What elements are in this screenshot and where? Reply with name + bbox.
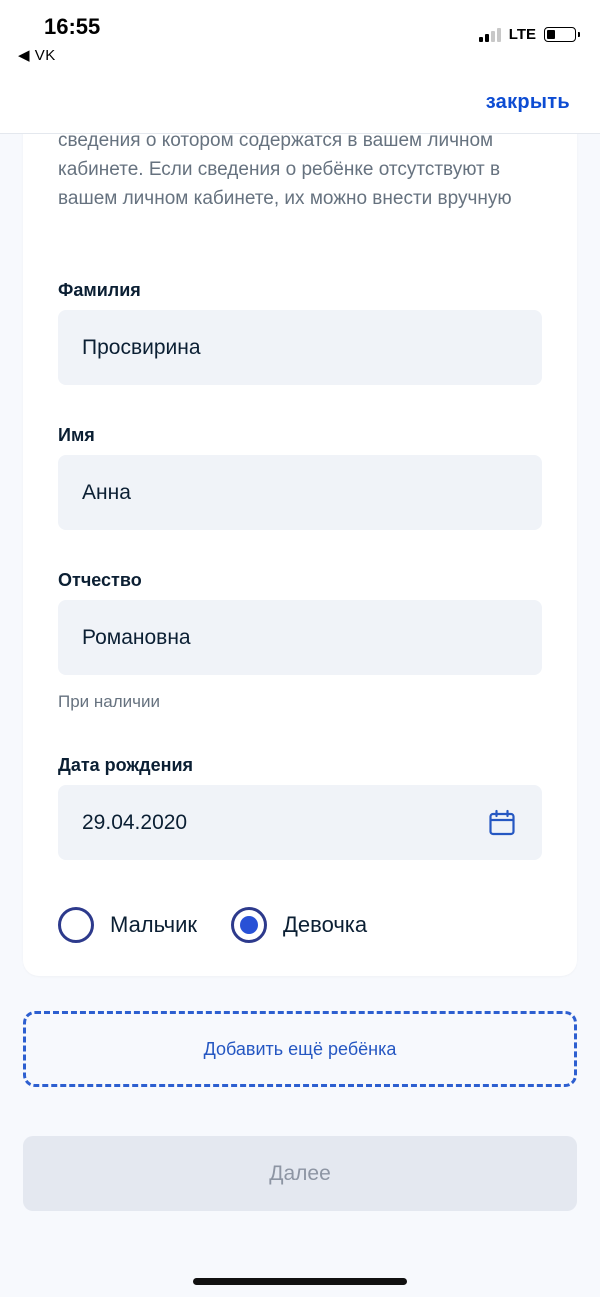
birth-date-value: 29.04.2020 xyxy=(82,810,188,834)
home-indicator xyxy=(193,1278,407,1285)
status-indicators: LTE xyxy=(478,26,580,43)
gender-radio-boy[interactable]: Мальчик xyxy=(58,907,197,943)
network-type: LTE xyxy=(508,26,536,43)
surname-field[interactable]: Просвирина xyxy=(58,310,542,385)
radio-checked-icon xyxy=(231,907,268,943)
battery-icon xyxy=(544,27,580,42)
gender-radio-girl[interactable]: Девочка xyxy=(231,907,367,943)
next-button[interactable]: Далее xyxy=(23,1136,577,1211)
back-to-app-link[interactable]: ◀ VK xyxy=(18,46,56,64)
status-bar: 16:55 ◀ VK LTE xyxy=(0,0,600,78)
child-form-card: сведения о котором содержатся в вашем ли… xyxy=(23,100,577,976)
gender-radio-group: Мальчик Девочка xyxy=(58,903,401,947)
add-child-button[interactable]: Добавить ещё ребёнка xyxy=(23,1011,577,1087)
surname-label: Фамилия xyxy=(58,280,141,300)
patronymic-label: Отчество xyxy=(58,570,142,590)
patronymic-value: Романовна xyxy=(82,625,191,649)
patronymic-field[interactable]: Романовна xyxy=(58,600,542,675)
gender-boy-label: Мальчик xyxy=(110,912,198,937)
nav-bar: закрыть xyxy=(0,78,600,134)
name-label: Имя xyxy=(58,425,95,445)
signal-icon xyxy=(478,27,501,42)
surname-value: Просвирина xyxy=(82,335,201,359)
close-button[interactable]: закрыть xyxy=(486,91,570,114)
birth-date-field[interactable]: 29.04.2020 xyxy=(58,785,542,860)
name-field[interactable]: Анна xyxy=(58,455,542,530)
patronymic-hint: При наличии xyxy=(58,692,160,711)
calendar-icon[interactable] xyxy=(488,809,516,837)
birth-date-label: Дата рождения xyxy=(58,755,194,775)
gender-girl-label: Девочка xyxy=(283,912,368,937)
intro-text: сведения о котором содержатся в вашем ли… xyxy=(58,130,512,209)
name-value: Анна xyxy=(82,480,131,504)
radio-unchecked-icon xyxy=(58,907,94,943)
status-time: 16:55 xyxy=(44,14,101,39)
